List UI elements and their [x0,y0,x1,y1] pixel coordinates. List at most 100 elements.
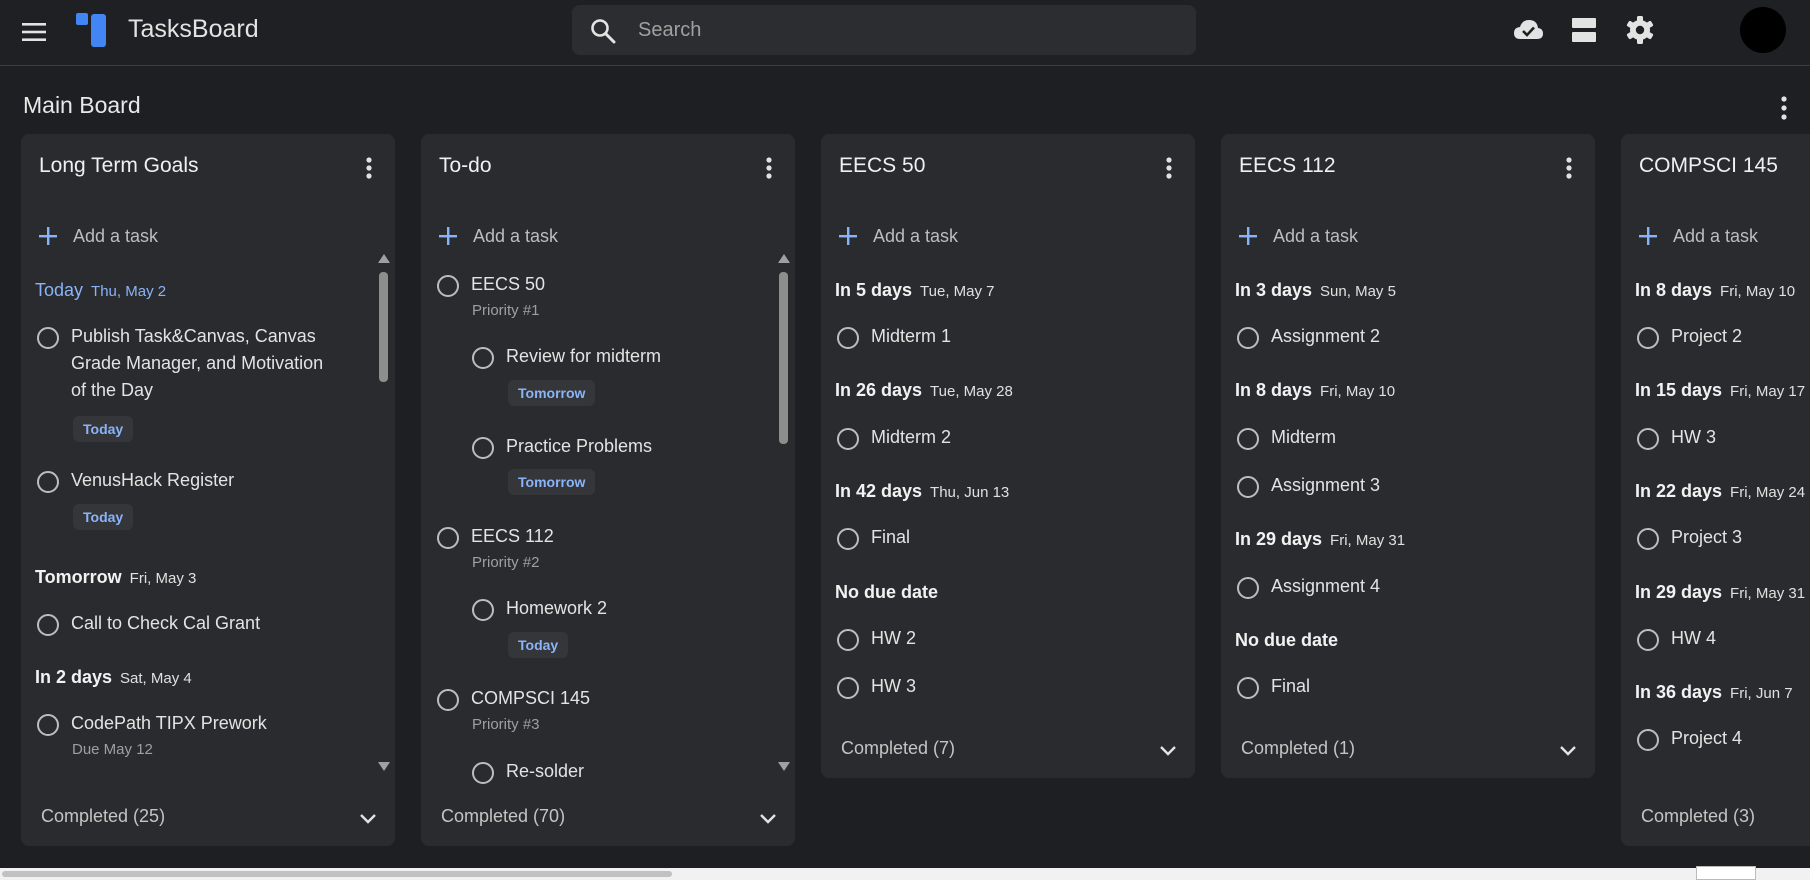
due-chip[interactable]: Today [73,504,134,530]
task-item[interactable]: Midterm 2 [837,427,951,451]
task-checkbox[interactable] [1637,528,1659,550]
task-checkbox[interactable] [37,471,59,493]
task-checkbox[interactable] [837,677,859,699]
task-checkbox[interactable] [837,327,859,349]
subtask-item[interactable]: Practice Problems [472,436,652,460]
horizontal-scrollbar[interactable] [0,868,1810,880]
more-vert-icon[interactable] [1157,154,1181,182]
completed-toggle[interactable]: Completed (3) [1641,806,1755,827]
task-item[interactable]: COMPSCI 145 [437,688,590,712]
task-item[interactable]: HW 3 [837,676,916,700]
task-item[interactable]: Project 3 [1637,527,1742,551]
subtask-item[interactable]: Review for midterm [472,346,661,370]
task-checkbox[interactable] [837,428,859,450]
scrollbar[interactable] [778,254,790,774]
gear-icon[interactable] [1624,14,1656,46]
task-item[interactable]: Assignment 3 [1237,475,1380,499]
chevron-down-icon[interactable] [357,808,379,830]
completed-toggle[interactable]: Completed (1) [1241,738,1355,759]
scroll-up-arrow[interactable] [378,254,390,263]
task-item[interactable]: CodePath TIPX Prework [37,713,267,737]
view-agenda-icon[interactable] [1568,14,1600,46]
add-task-button[interactable]: Add a task [1237,220,1358,252]
task-checkbox[interactable] [1237,327,1259,349]
task-item[interactable]: HW 2 [837,628,916,652]
task-checkbox[interactable] [1637,327,1659,349]
task-item[interactable]: Assignment 4 [1237,576,1380,600]
task-checkbox[interactable] [1237,428,1259,450]
search-input[interactable] [638,13,1178,47]
scroll-down-arrow[interactable] [778,762,790,771]
task-item[interactable]: HW 3 [1637,427,1716,451]
app-title: TasksBoard [128,15,259,43]
task-item[interactable]: Project 4 [1637,728,1742,752]
search-bar[interactable] [572,5,1196,55]
chevron-down-icon[interactable] [757,808,779,830]
task-item[interactable]: Final [1237,676,1310,700]
task-item[interactable]: EECS 50 [437,274,545,298]
due-chip[interactable]: Today [508,632,569,658]
task-checkbox[interactable] [472,599,494,621]
hamburger-menu-icon[interactable] [20,20,48,44]
add-task-button[interactable]: Add a task [437,220,558,252]
task-item[interactable]: Final [837,527,910,551]
task-item[interactable]: Midterm [1237,427,1336,451]
task-checkbox[interactable] [1237,577,1259,599]
task-item[interactable]: EECS 112 [437,526,554,550]
more-vert-icon[interactable] [757,154,781,182]
section-header: In 36 days Fri, Jun 7 [1635,682,1793,702]
due-chip[interactable]: Tomorrow [508,469,596,495]
task-checkbox[interactable] [472,762,494,784]
more-vert-icon[interactable] [1770,94,1798,122]
search-icon[interactable] [590,18,616,44]
more-vert-icon[interactable] [1557,154,1581,182]
task-checkbox[interactable] [37,714,59,736]
task-checkbox[interactable] [37,327,59,349]
task-notes: Priority #2 [472,554,540,571]
subtask-item[interactable]: Homework 2 [472,598,607,622]
task-item[interactable]: Project 2 [1637,326,1742,350]
task-checkbox[interactable] [1237,476,1259,498]
task-item[interactable]: Publish Task&Canvas, Canvas Grade Manage… [37,326,337,404]
task-item[interactable]: Midterm 1 [837,326,951,350]
task-item[interactable]: Call to Check Cal Grant [37,613,260,637]
scroll-thumb[interactable] [2,871,672,877]
completed-toggle[interactable]: Completed (7) [841,738,955,759]
task-checkbox[interactable] [437,275,459,297]
due-chip[interactable]: Today [73,416,134,442]
completed-toggle[interactable]: Completed (70) [441,806,565,827]
task-checkbox[interactable] [472,347,494,369]
more-vert-icon[interactable] [357,154,381,182]
add-task-button[interactable]: Add a task [837,220,958,252]
chevron-down-icon[interactable] [1557,740,1579,762]
task-checkbox[interactable] [1237,677,1259,699]
chevron-down-icon[interactable] [1157,740,1179,762]
task-checkbox[interactable] [437,527,459,549]
completed-toggle[interactable]: Completed (25) [41,806,165,827]
add-task-button[interactable]: Add a task [37,220,158,252]
add-task-button[interactable]: Add a task [1637,220,1758,252]
task-item[interactable]: Assignment 2 [1237,326,1380,350]
task-checkbox[interactable] [37,614,59,636]
scroll-down-arrow[interactable] [378,762,390,771]
scroll-thumb[interactable] [779,272,788,444]
task-checkbox[interactable] [472,437,494,459]
task-checkbox[interactable] [437,689,459,711]
subtask-item[interactable]: Re-solder [472,761,584,785]
task-checkbox[interactable] [1637,729,1659,751]
avatar[interactable] [1740,7,1786,53]
scroll-up-arrow[interactable] [778,254,790,263]
task-checkbox[interactable] [1637,428,1659,450]
column-eecs-50: EECS 50 Add a task In 5 days Tue, May 7 M… [821,134,1195,778]
section-header: Tomorrow Fri, May 3 [35,567,197,587]
scrollbar[interactable] [378,254,390,774]
scroll-thumb[interactable] [379,272,388,382]
task-item[interactable]: VenusHack Register [37,470,234,494]
task-checkbox[interactable] [1637,629,1659,651]
due-chip[interactable]: Tomorrow [508,380,596,406]
task-checkbox[interactable] [837,528,859,550]
cloud-done-icon[interactable] [1512,14,1544,46]
task-item[interactable]: HW 4 [1637,628,1716,652]
task-checkbox[interactable] [837,629,859,651]
section-header: In 5 days Tue, May 7 [835,280,995,300]
